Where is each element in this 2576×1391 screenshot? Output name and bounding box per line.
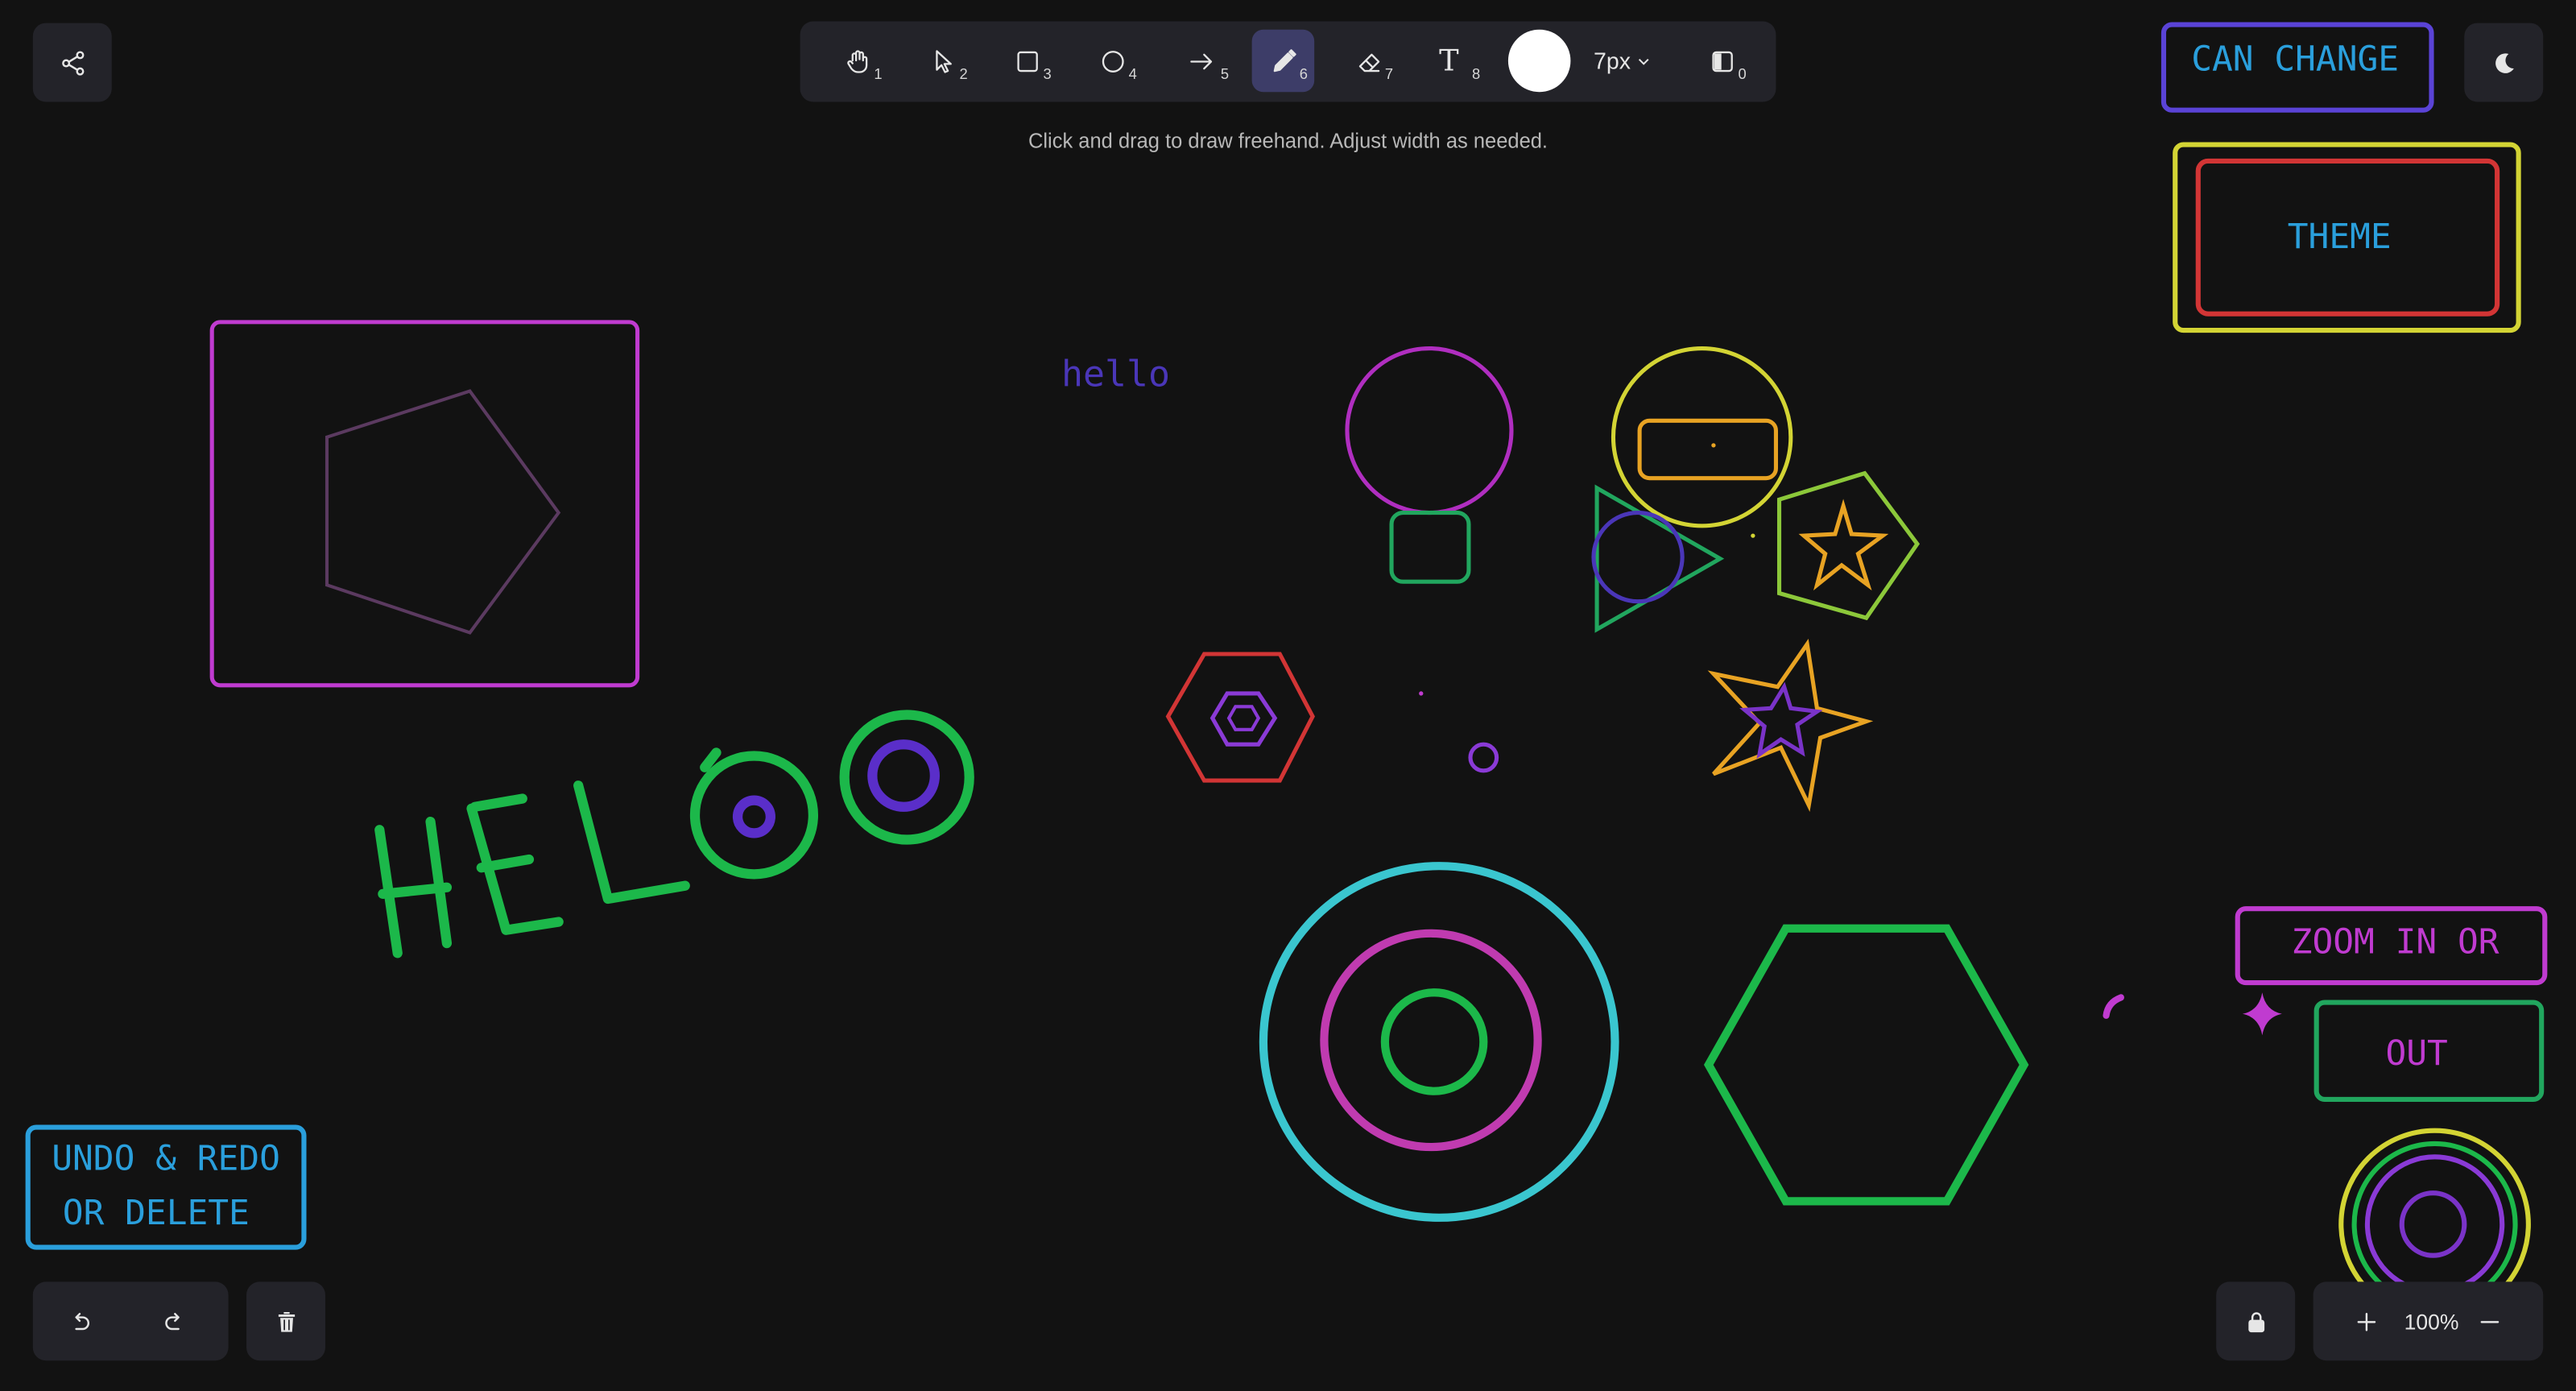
history-controls (32, 1281, 229, 1361)
text-tool-icon: T (1439, 43, 1459, 78)
share-icon (61, 50, 84, 75)
redo-icon (164, 1311, 179, 1330)
purple-corner-circle[interactable] (2364, 1154, 2505, 1294)
orange-large-star[interactable] (1707, 639, 1874, 812)
magenta-frame-rectangle[interactable] (209, 320, 640, 688)
magenta-circle[interactable] (1345, 346, 1514, 515)
hand-icon (846, 49, 867, 72)
green-large-hexagon[interactable] (1703, 924, 2029, 1206)
zoom-line1[interactable]: ZOOM IN OR (2292, 921, 2500, 962)
purple-small-circle[interactable] (1468, 742, 1499, 773)
hand-tool[interactable]: 1 (826, 30, 889, 93)
magenta-sparkle[interactable] (2242, 992, 2282, 1036)
arrow-icon (1189, 52, 1212, 69)
share-button[interactable] (32, 23, 112, 102)
sidebar-panel-icon (1711, 50, 1732, 72)
zoom-level[interactable]: 100% (2392, 1281, 2471, 1360)
heloo-inner-dot-2[interactable] (867, 739, 940, 812)
zoom-line2[interactable]: OUT (2385, 1033, 2447, 1074)
freedraw-tool-key: 6 (1299, 65, 1308, 83)
chevron-down-icon (1638, 57, 1648, 64)
undo-redo-line2[interactable]: OR DELETE (63, 1193, 250, 1233)
zoom-controls: 100% (2313, 1281, 2544, 1361)
arrow-tool-key: 5 (1220, 65, 1230, 83)
green-inner-circle[interactable] (1380, 988, 1488, 1095)
theme-toggle-button[interactable] (2464, 23, 2544, 102)
drawing-canvas[interactable]: hello CAN CHANGE THEME UNDO & REDO OR DE… (0, 0, 2576, 1390)
purple-tiny-hexagon[interactable] (1226, 705, 1261, 731)
purple-inner-star[interactable] (1739, 681, 1823, 760)
undo-redo-line1[interactable]: UNDO & REDO (52, 1139, 280, 1179)
eraser-tool-key: 7 (1384, 65, 1394, 83)
green-rounded-square[interactable] (1389, 510, 1471, 584)
orange-rounded-rectangle[interactable] (1637, 418, 1779, 481)
magenta-mid-circle[interactable] (1320, 929, 1542, 1152)
freedraw-tool[interactable]: 6 (1251, 29, 1315, 93)
theme-label[interactable]: THEME (2288, 217, 2392, 257)
text-tool-key: 8 (1471, 65, 1481, 83)
ellipse-tool[interactable]: 4 (1081, 30, 1143, 93)
tool-hint: Click and drag to draw freehand. Adjust … (1028, 130, 1548, 153)
green-triangle[interactable] (1594, 484, 1725, 633)
circle-icon (1101, 50, 1123, 72)
cyan-large-circle[interactable] (1259, 862, 1619, 1222)
stroke-width-value: 7px (1593, 48, 1631, 74)
panel-toggle-button[interactable]: 0 (1690, 30, 1753, 93)
stroke-width-select[interactable]: 7px (1594, 30, 1652, 93)
undo-icon (74, 1311, 89, 1330)
ellipse-tool-key: 4 (1128, 65, 1137, 83)
purple-small-hexagon[interactable] (1209, 691, 1278, 747)
lime-pentagon[interactable] (1776, 470, 1921, 621)
yellow-dot (1751, 533, 1755, 538)
red-hexagon[interactable] (1165, 652, 1315, 783)
green-corner-circle[interactable] (2351, 1141, 2518, 1307)
pencil-icon (1272, 48, 1296, 72)
minus-icon (2479, 1320, 2499, 1323)
eraser-icon (1358, 52, 1379, 72)
orange-small-star[interactable] (1798, 499, 1889, 591)
magenta-freehand-stroke[interactable] (2103, 994, 2124, 1019)
undo-button[interactable] (52, 1295, 105, 1348)
stroke-color-swatch[interactable] (1507, 29, 1571, 93)
toolbar: 1 2 3 4 5 6 7 T 8 7px 0 (800, 21, 1776, 102)
trash-icon (277, 1311, 295, 1331)
rectangle-tool[interactable]: 3 (995, 30, 1058, 93)
purple-corner-inner-circle[interactable] (2399, 1190, 2467, 1258)
heloo-inner-dot-1[interactable] (732, 795, 775, 838)
selection-tool[interactable]: 2 (912, 30, 974, 93)
arrow-tool[interactable]: 5 (1167, 30, 1236, 93)
indigo-circle[interactable] (1591, 510, 1685, 604)
hand-tool-key: 1 (874, 65, 883, 83)
panel-toggle-key: 0 (1738, 65, 1747, 83)
orange-dot (1711, 443, 1716, 448)
redo-button[interactable] (148, 1295, 201, 1348)
plus-icon (2356, 1311, 2375, 1331)
can-change-label[interactable]: CAN CHANGE (2191, 39, 2399, 80)
zoom-out-button[interactable] (2466, 1298, 2512, 1344)
delete-button[interactable] (246, 1281, 325, 1361)
lock-icon (2247, 1311, 2264, 1332)
selection-tool-key: 2 (959, 65, 968, 83)
zoom-in-button[interactable] (2342, 1298, 2388, 1344)
pointer-icon (935, 49, 951, 72)
pentagon-shape[interactable] (325, 389, 561, 635)
eraser-tool[interactable]: 7 (1338, 30, 1400, 93)
moon-icon (2495, 52, 2513, 72)
square-icon (1016, 50, 1037, 72)
rectangle-tool-key: 3 (1043, 65, 1052, 83)
hello-text[interactable]: hello (1061, 352, 1170, 395)
text-tool[interactable]: T 8 (1424, 30, 1487, 93)
magenta-dot (1419, 691, 1424, 696)
lock-button[interactable] (2216, 1281, 2296, 1361)
